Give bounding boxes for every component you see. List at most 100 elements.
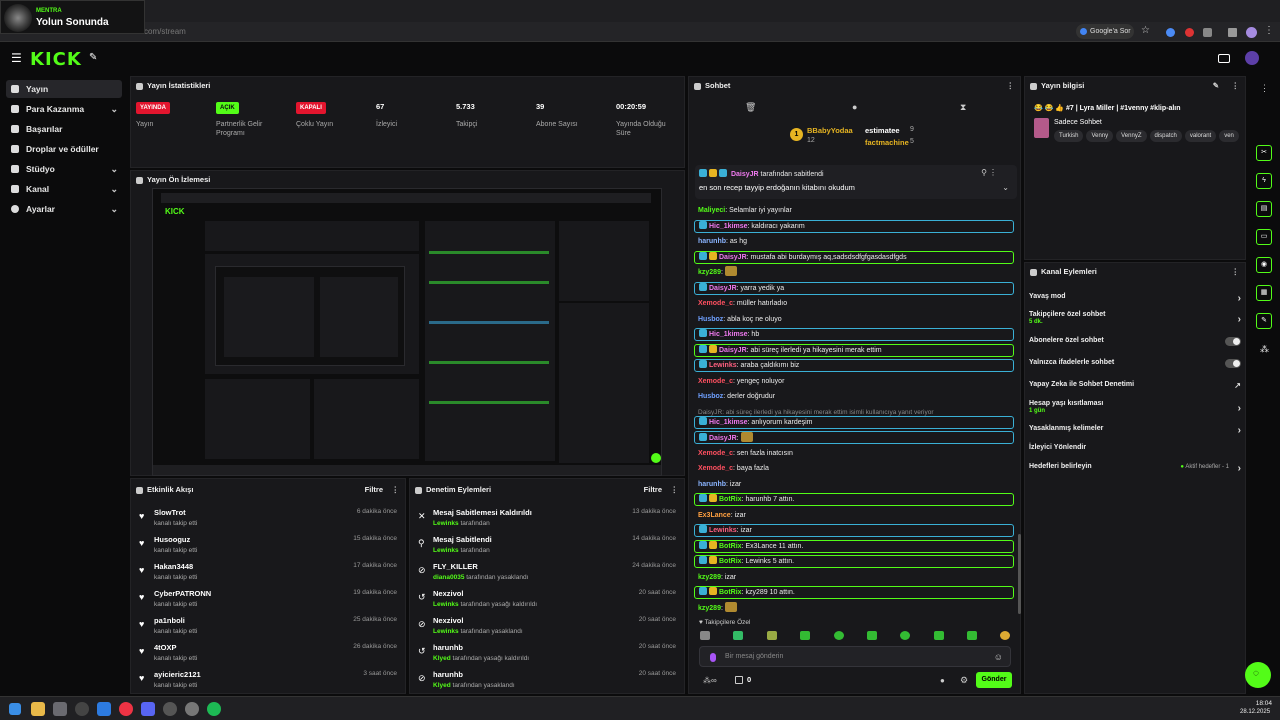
chat-username[interactable]: kzy289 [698, 269, 721, 276]
sidebar-item-ayarlar[interactable]: Ayarlar ⌄ [6, 200, 122, 218]
chat-message[interactable]: Husboz: abla koç ne oluyo [694, 313, 1014, 326]
profile-avatar[interactable] [1246, 27, 1257, 38]
chat-username[interactable]: Ex3Lance [698, 512, 731, 519]
chat-message[interactable]: Xemode_c: yengeç noluyor [694, 375, 1014, 388]
tag[interactable]: valorant [1184, 130, 1217, 142]
chat-username[interactable]: BotRix [719, 589, 742, 596]
action-emotes-only[interactable]: Yalnızca ifadelerle sohbet [1029, 359, 1243, 368]
emote-icon[interactable] [867, 631, 877, 640]
action-goals[interactable]: Hedefleri belirleyin ● Aktif hedefler - 1… [1029, 463, 1243, 474]
sidebar-item-basarilar[interactable]: Başarılar [6, 120, 122, 138]
feed-user[interactable]: CyberPATRONN [154, 589, 211, 598]
extension-icon[interactable] [1166, 28, 1175, 37]
sidebar-item-para-kazanma[interactable]: Para Kazanma ⌄ [6, 100, 122, 118]
category-name[interactable]: Sadece Sohbet [1054, 119, 1102, 126]
more-menu-icon[interactable]: ⋮ [392, 481, 400, 499]
chat-username[interactable]: Lewinks [709, 362, 737, 369]
chat-username[interactable]: Hic_1kimse [709, 223, 748, 230]
chat-message[interactable]: harunhb: as hg [694, 235, 1014, 248]
file-explorer-icon[interactable] [31, 702, 45, 716]
more-menu-icon[interactable]: ⋮ [1007, 77, 1015, 95]
emote-icon[interactable] [967, 631, 977, 640]
google-ask-button[interactable]: Google'a Sor [1076, 24, 1134, 39]
chat-username[interactable]: harunhb [698, 481, 726, 488]
chat-message[interactable]: DaisyJR: abi süreç ilerledi ya hikayesin… [694, 343, 1014, 357]
rail-button-layout[interactable]: ▦ [1256, 285, 1272, 301]
hourglass-icon[interactable]: ⧗ [960, 102, 966, 113]
pin-icon[interactable]: ⚲ [981, 168, 987, 177]
action-banned-words[interactable]: Yasaklanmış kelimeler › [1029, 425, 1243, 436]
top-gifter-name[interactable]: estimatee [865, 126, 900, 135]
chat-bubble-icon[interactable]: ● [940, 676, 945, 685]
rail-button-bolt[interactable]: ϟ [1256, 173, 1272, 189]
filter-button[interactable]: Filtre [644, 481, 662, 499]
top-gifter-name[interactable]: factmachine [865, 138, 909, 147]
rail-button-broadcast[interactable]: ◉ [1256, 257, 1272, 273]
emote-icon[interactable] [1000, 631, 1010, 640]
points-icon[interactable]: ⁂∞ [703, 676, 717, 685]
chat-message[interactable]: DaisyJR: mustafa abi burdaymış aq,sadsds… [694, 250, 1014, 264]
chat-username[interactable]: Hic_1kimse [709, 331, 748, 338]
chat-message[interactable]: Lewinks: araba çaldıkımı biz [694, 359, 1014, 372]
chat-message[interactable]: DaisyJR: [694, 431, 1014, 444]
chat-message[interactable]: Hic_1kimse: anlıyorum kardeşim [694, 415, 1014, 429]
browser-menu-icon[interactable]: ⋮ [1264, 25, 1274, 36]
chat-message[interactable]: BotRix: harunhb 7 attın. [694, 493, 1014, 506]
mod-actor[interactable]: Lewinks [433, 547, 459, 554]
emote-icon[interactable] [733, 631, 743, 640]
mod-actor[interactable]: Klyed [433, 655, 451, 662]
feed-user[interactable]: 4tOXP [154, 643, 177, 652]
feed-user[interactable]: SlowTrot [154, 508, 186, 517]
more-menu-icon[interactable]: ⋮ [1232, 263, 1240, 281]
chat-message[interactable]: kzy289: [694, 601, 1014, 615]
chat-message[interactable]: Maliyeci: Selamlar iyi yayınlar [694, 204, 1014, 217]
chat-username[interactable]: harunhb [698, 238, 726, 245]
sidebar-item-studyo[interactable]: Stüdyo ⌄ [6, 160, 122, 178]
chat-message[interactable]: BotRix: Lewinks 5 attın. [694, 555, 1014, 568]
chat-message[interactable]: BotRix: kzy289 10 attın. [694, 586, 1014, 599]
chat-message[interactable]: Xemode_c: sen fazla inatcısın [694, 447, 1014, 460]
pinned-message[interactable]: DaisyJR tarafından sabitlendi en son rec… [695, 165, 1017, 199]
mod-actor[interactable]: Lewinks [433, 601, 459, 608]
help-chat-button[interactable]: ◌ [1245, 662, 1271, 688]
more-menu-icon[interactable]: ⋮ [1260, 83, 1269, 94]
rail-button-clip[interactable]: ✂ [1256, 145, 1272, 161]
chat-username[interactable]: DaisyJR [709, 285, 737, 292]
feed-user[interactable]: pa1nboli [154, 616, 185, 625]
tab-search-icon[interactable] [1228, 28, 1237, 37]
action-followers-only[interactable]: Takipçilere özel sohbet 5 dk. › [1029, 311, 1243, 325]
chat-username[interactable]: kzy289 [698, 605, 721, 612]
chevron-down-icon[interactable]: ⌄ [1002, 183, 1009, 192]
chat-message[interactable]: Hic_1kimse: hb [694, 328, 1014, 341]
action-raid[interactable]: İzleyici Yönlendir [1029, 444, 1243, 451]
user-avatar[interactable] [1245, 51, 1259, 65]
mod-actor[interactable]: Klyed [433, 682, 451, 689]
mod-actor[interactable]: diana0035 [433, 574, 464, 581]
feed-user[interactable]: Husooguz [154, 535, 190, 544]
action-subs-only[interactable]: Abonelere özel sohbet [1029, 337, 1243, 346]
toggle-switch[interactable] [1225, 337, 1241, 346]
chat-scrollbar[interactable] [1018, 534, 1021, 614]
chat-message[interactable]: Xemode_c: müller hatırladıo [694, 297, 1014, 310]
hamburger-menu-icon[interactable]: ☰ [11, 51, 22, 65]
chat-message[interactable]: Husboz: derler doğrudur [694, 390, 1014, 403]
chat-username[interactable]: Xemode_c [698, 378, 733, 385]
windows-start-icon[interactable] [9, 703, 21, 715]
chat-username[interactable]: kzy289 [698, 574, 721, 581]
tag[interactable]: Venny [1086, 130, 1114, 142]
mod-actor[interactable]: Lewinks [433, 520, 459, 527]
chat-message[interactable]: Lewinks: izar [694, 524, 1014, 537]
chat-message[interactable]: kzy289: [694, 266, 1014, 279]
tool-icon[interactable]: ✎ [89, 52, 97, 63]
chat-message[interactable]: BotRix: Ex3Lance 11 attın. [694, 539, 1014, 553]
feed-user[interactable]: ayicieric2121 [154, 670, 201, 679]
category-thumbnail[interactable] [1034, 118, 1049, 138]
toggle-switch[interactable] [1225, 359, 1241, 368]
feed-user[interactable]: Hakan3448 [154, 562, 193, 571]
emote-icon[interactable] [834, 631, 844, 640]
sidebar-item-yayin[interactable]: Yayın [6, 80, 122, 98]
chat-username[interactable]: DaisyJR [709, 435, 737, 442]
extensions-puzzle-icon[interactable] [1203, 28, 1212, 37]
kick-logo[interactable]: KICK [30, 49, 82, 70]
mod-actor[interactable]: Lewinks [433, 628, 459, 635]
